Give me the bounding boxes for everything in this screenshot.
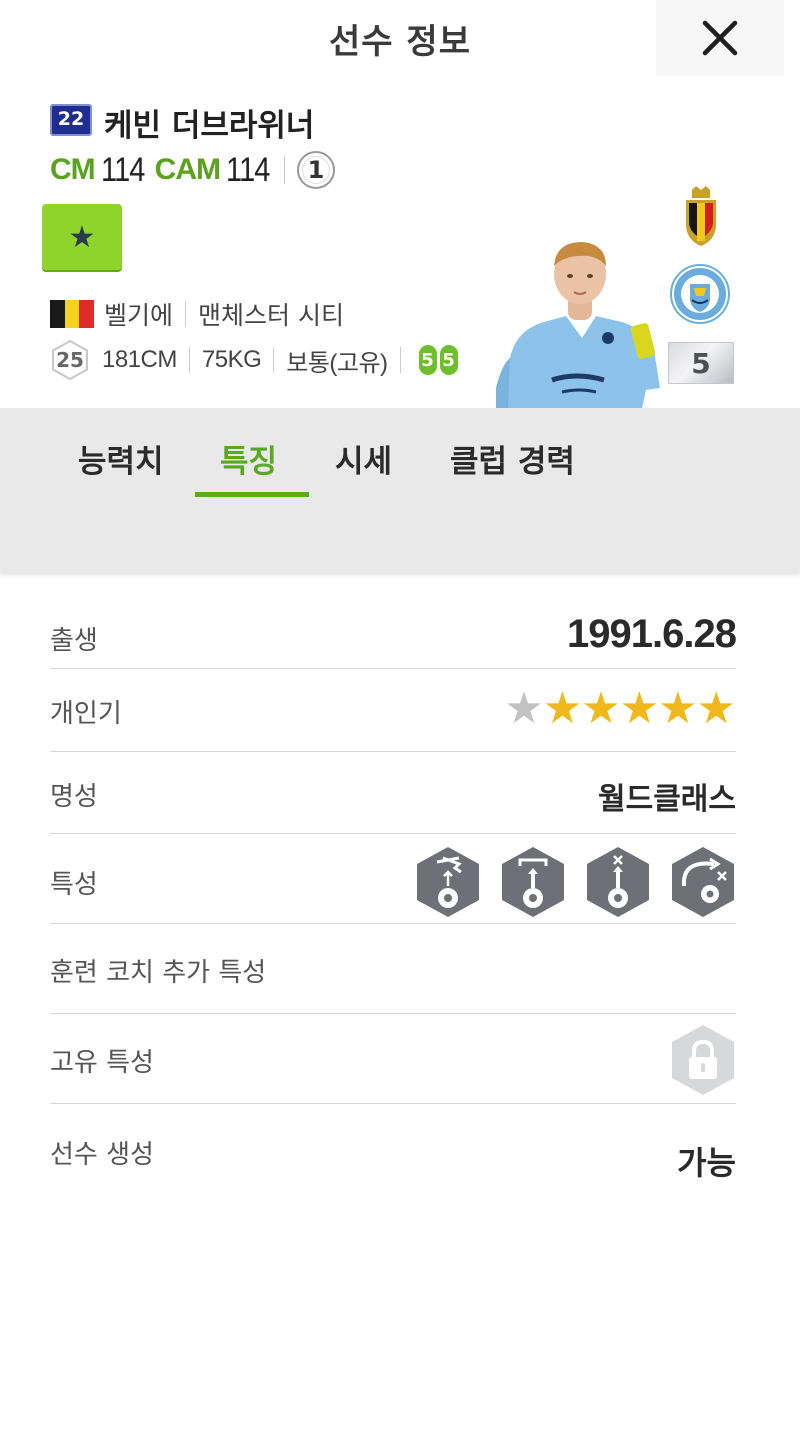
trait-long-shot-icon[interactable] <box>415 846 481 918</box>
player-info-list: 출생 1991.6.28 개인기 ★★★★★★ 명성 월드클래스 특성 <box>50 584 737 1194</box>
nation-club-row: 벨기에 맨체스터 시티 <box>50 296 344 332</box>
position-label: CM <box>50 153 96 186</box>
position-ovr: 114 <box>100 150 145 189</box>
unique-traits-label: 고유 특성 <box>50 1048 154 1078</box>
trait-curve-pass-icon[interactable] <box>670 846 736 918</box>
star-icon: ★ <box>68 219 96 255</box>
divider <box>399 347 401 373</box>
popularity-label: 개인기 <box>50 699 122 729</box>
player-card: 22 케빈 더브라위너 CM 114 CAM 114 1 ★ 벨기에 맨체스터 … <box>0 78 800 408</box>
belgium-flag-icon <box>50 300 95 328</box>
body-type-value: 보통(고유) <box>286 349 388 377</box>
birth-value: 1991.6.28 <box>567 612 737 656</box>
traits-label: 특성 <box>50 870 98 900</box>
reputation-value: 월드클래스 <box>598 782 736 817</box>
info-row-traits: 특성 <box>50 834 736 924</box>
popularity-stars: ★ ★ ★ ★ ★ ★ <box>504 683 736 734</box>
tab-club-history[interactable]: 클럽 경력 <box>450 436 575 481</box>
enhance-level-badge: 1 <box>296 151 335 189</box>
info-row-reputation: 명성 월드클래스 <box>50 752 736 834</box>
star-filled-icon: ★ <box>581 683 621 734</box>
star-filled-icon: ★ <box>619 683 660 734</box>
grade-badge: 5 <box>668 342 734 384</box>
create-label: 선수 생성 <box>50 1140 154 1170</box>
national-team-emblem <box>686 186 716 246</box>
active-tab-indicator <box>195 492 309 497</box>
tab-bar: 능력치 특징 시세 클럽 경력 <box>0 408 800 574</box>
star-empty-icon: ★ <box>504 683 544 734</box>
trait-icons <box>415 846 736 918</box>
skill-move-right: 5 <box>439 345 458 375</box>
lock-icon <box>672 1025 734 1095</box>
reputation-label: 명성 <box>50 782 98 812</box>
info-row-birth: 출생 1991.6.28 <box>50 584 737 669</box>
star-filled-icon: ★ <box>542 683 583 734</box>
club-emblem <box>670 264 730 324</box>
divider <box>273 347 275 373</box>
player-photo <box>496 242 660 408</box>
divider <box>185 301 187 327</box>
tab-traits[interactable]: 특징 <box>220 436 277 481</box>
coach-traits-label: 훈련 코치 추가 특성 <box>50 958 267 988</box>
divider <box>188 347 190 373</box>
height-value: 181CM <box>102 346 177 373</box>
skill-move-left: 5 <box>418 345 437 375</box>
position-ovr: 114 <box>225 150 270 189</box>
physical-info-row: 25 181CM 75KG 보통(고유) 5 5 <box>50 340 461 380</box>
weight-value: 75KG <box>201 346 262 373</box>
tab-price[interactable]: 시세 <box>335 436 392 481</box>
birth-label: 출생 <box>50 626 98 656</box>
info-row-unique-traits: 고유 특성 <box>50 1014 736 1104</box>
skill-moves-badge: 5 5 <box>418 345 461 375</box>
close-icon <box>702 20 738 56</box>
trait-power-header-icon[interactable] <box>500 846 566 918</box>
info-row-coach-traits: 훈련 코치 추가 특성 <box>50 924 736 1014</box>
player-name: 케빈 더브라위너 <box>104 108 315 144</box>
divider <box>283 156 285 184</box>
age-badge: 25 <box>50 340 90 380</box>
top-bar: 선수 정보 <box>0 0 800 78</box>
trait-long-pass-icon[interactable] <box>585 846 651 918</box>
age-value: 25 <box>56 348 84 372</box>
tab-stats[interactable]: 능력치 <box>78 436 164 481</box>
star-filled-icon: ★ <box>658 683 698 734</box>
nation-name: 벨기에 <box>104 301 174 330</box>
create-value: 가능 <box>677 1144 736 1182</box>
club-name: 맨체스터 시티 <box>198 301 344 330</box>
info-row-popularity: 개인기 ★ ★ ★ ★ ★ ★ <box>50 669 736 752</box>
favorite-star-button[interactable]: ★ <box>42 204 122 270</box>
position-ratings: CM 114 CAM 114 1 <box>50 148 335 192</box>
info-row-create: 선수 생성 가능 <box>50 1104 736 1194</box>
star-filled-icon: ★ <box>696 683 736 734</box>
position-label: CAM <box>154 153 221 186</box>
close-button[interactable] <box>656 0 784 76</box>
season-badge: 22 <box>50 104 92 136</box>
